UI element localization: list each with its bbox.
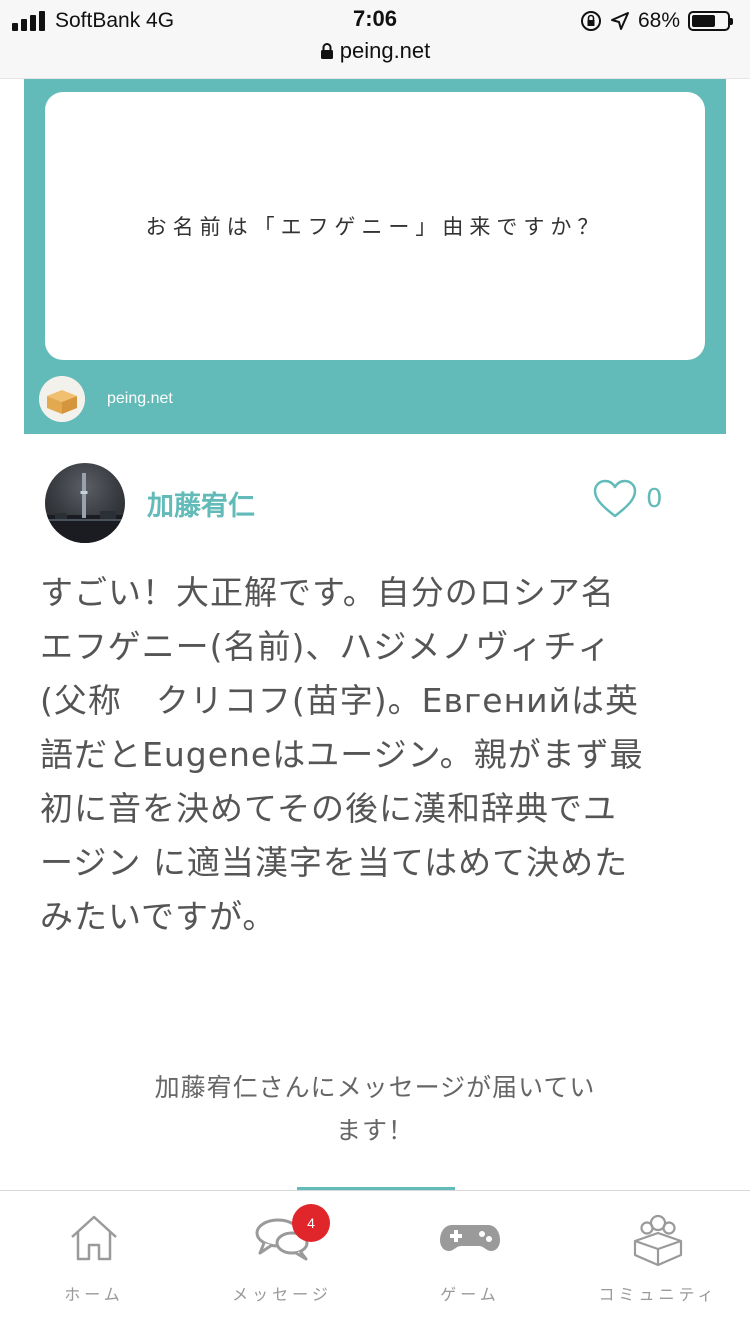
status-bar: SoftBank 4G 7:06 68% peing.net xyxy=(0,0,750,79)
lock-icon xyxy=(320,43,333,59)
url-text: peing.net xyxy=(339,38,431,63)
gamepad-icon xyxy=(440,1225,500,1251)
message-count-badge: 4 xyxy=(292,1204,330,1242)
answer-line: 初に音を決めてその後に漢和辞典でユ xyxy=(40,789,618,828)
username[interactable]: 加藤宥仁 xyxy=(147,484,255,523)
peing-box-icon xyxy=(39,376,85,422)
answer-line: すごい！大正解です。自分のロシア名 xyxy=(40,573,615,612)
question-box: お名前は「エフゲニー」由来ですか？ xyxy=(45,92,705,360)
tab-community[interactable]: コミュニティ xyxy=(564,1191,750,1334)
orientation-lock-icon xyxy=(580,11,601,31)
tab-home[interactable]: ホーム xyxy=(0,1191,188,1334)
tab-label: ゲーム xyxy=(440,1285,500,1304)
battery-percent: 68% xyxy=(637,9,680,32)
tab-label: メッセージ xyxy=(232,1285,332,1304)
tab-label: ホーム xyxy=(64,1285,124,1304)
notice-line: ます！ xyxy=(335,1116,414,1145)
location-arrow-icon xyxy=(610,12,629,30)
notice-line: 加藤宥仁さんにメッセージが届いてい xyxy=(154,1073,596,1102)
answer-line: エフゲニー(名前)、ハジメノヴィチィ xyxy=(40,627,612,666)
like-button[interactable]: 0 xyxy=(592,479,663,519)
card-site-label: peing.net xyxy=(107,390,173,407)
battery-icon xyxy=(688,11,733,31)
like-count: 0 xyxy=(646,484,663,514)
answer-text: すごい！大正解です。自分のロシア名 エフゲニー(名前)、ハジメノヴィチィ (父称… xyxy=(40,566,715,944)
answer-line: みたいですが。 xyxy=(40,897,277,936)
tab-games[interactable]: ゲーム xyxy=(376,1191,564,1334)
answer-line: 語だとEugeneはユージン。親がまず最 xyxy=(40,735,644,774)
question-text: お名前は「エフゲニー」由来ですか？ xyxy=(145,215,605,239)
bottom-tab-bar: ホーム メッセージ ゲーム コミュニティ xyxy=(0,1190,750,1334)
user-avatar[interactable] xyxy=(45,463,125,543)
status-indicators: 68% xyxy=(580,6,733,36)
answer-line: (父称 クリコフ(苗字)。Евгенийは英 xyxy=(40,681,640,720)
message-notice: 加藤宥仁さんにメッセージが届いてい ます！ xyxy=(110,1066,640,1152)
tab-messages[interactable]: メッセージ xyxy=(188,1191,376,1334)
home-icon xyxy=(71,1215,117,1261)
address-bar[interactable]: peing.net xyxy=(0,38,750,64)
question-card: お名前は「エフゲニー」由来ですか？ peing.net xyxy=(24,79,726,434)
community-icon xyxy=(633,1214,683,1267)
tab-label: コミュニティ xyxy=(598,1285,718,1304)
answer-line: ージン に適当漢字を当てはめて決めた xyxy=(40,843,629,882)
heart-icon xyxy=(593,479,637,518)
